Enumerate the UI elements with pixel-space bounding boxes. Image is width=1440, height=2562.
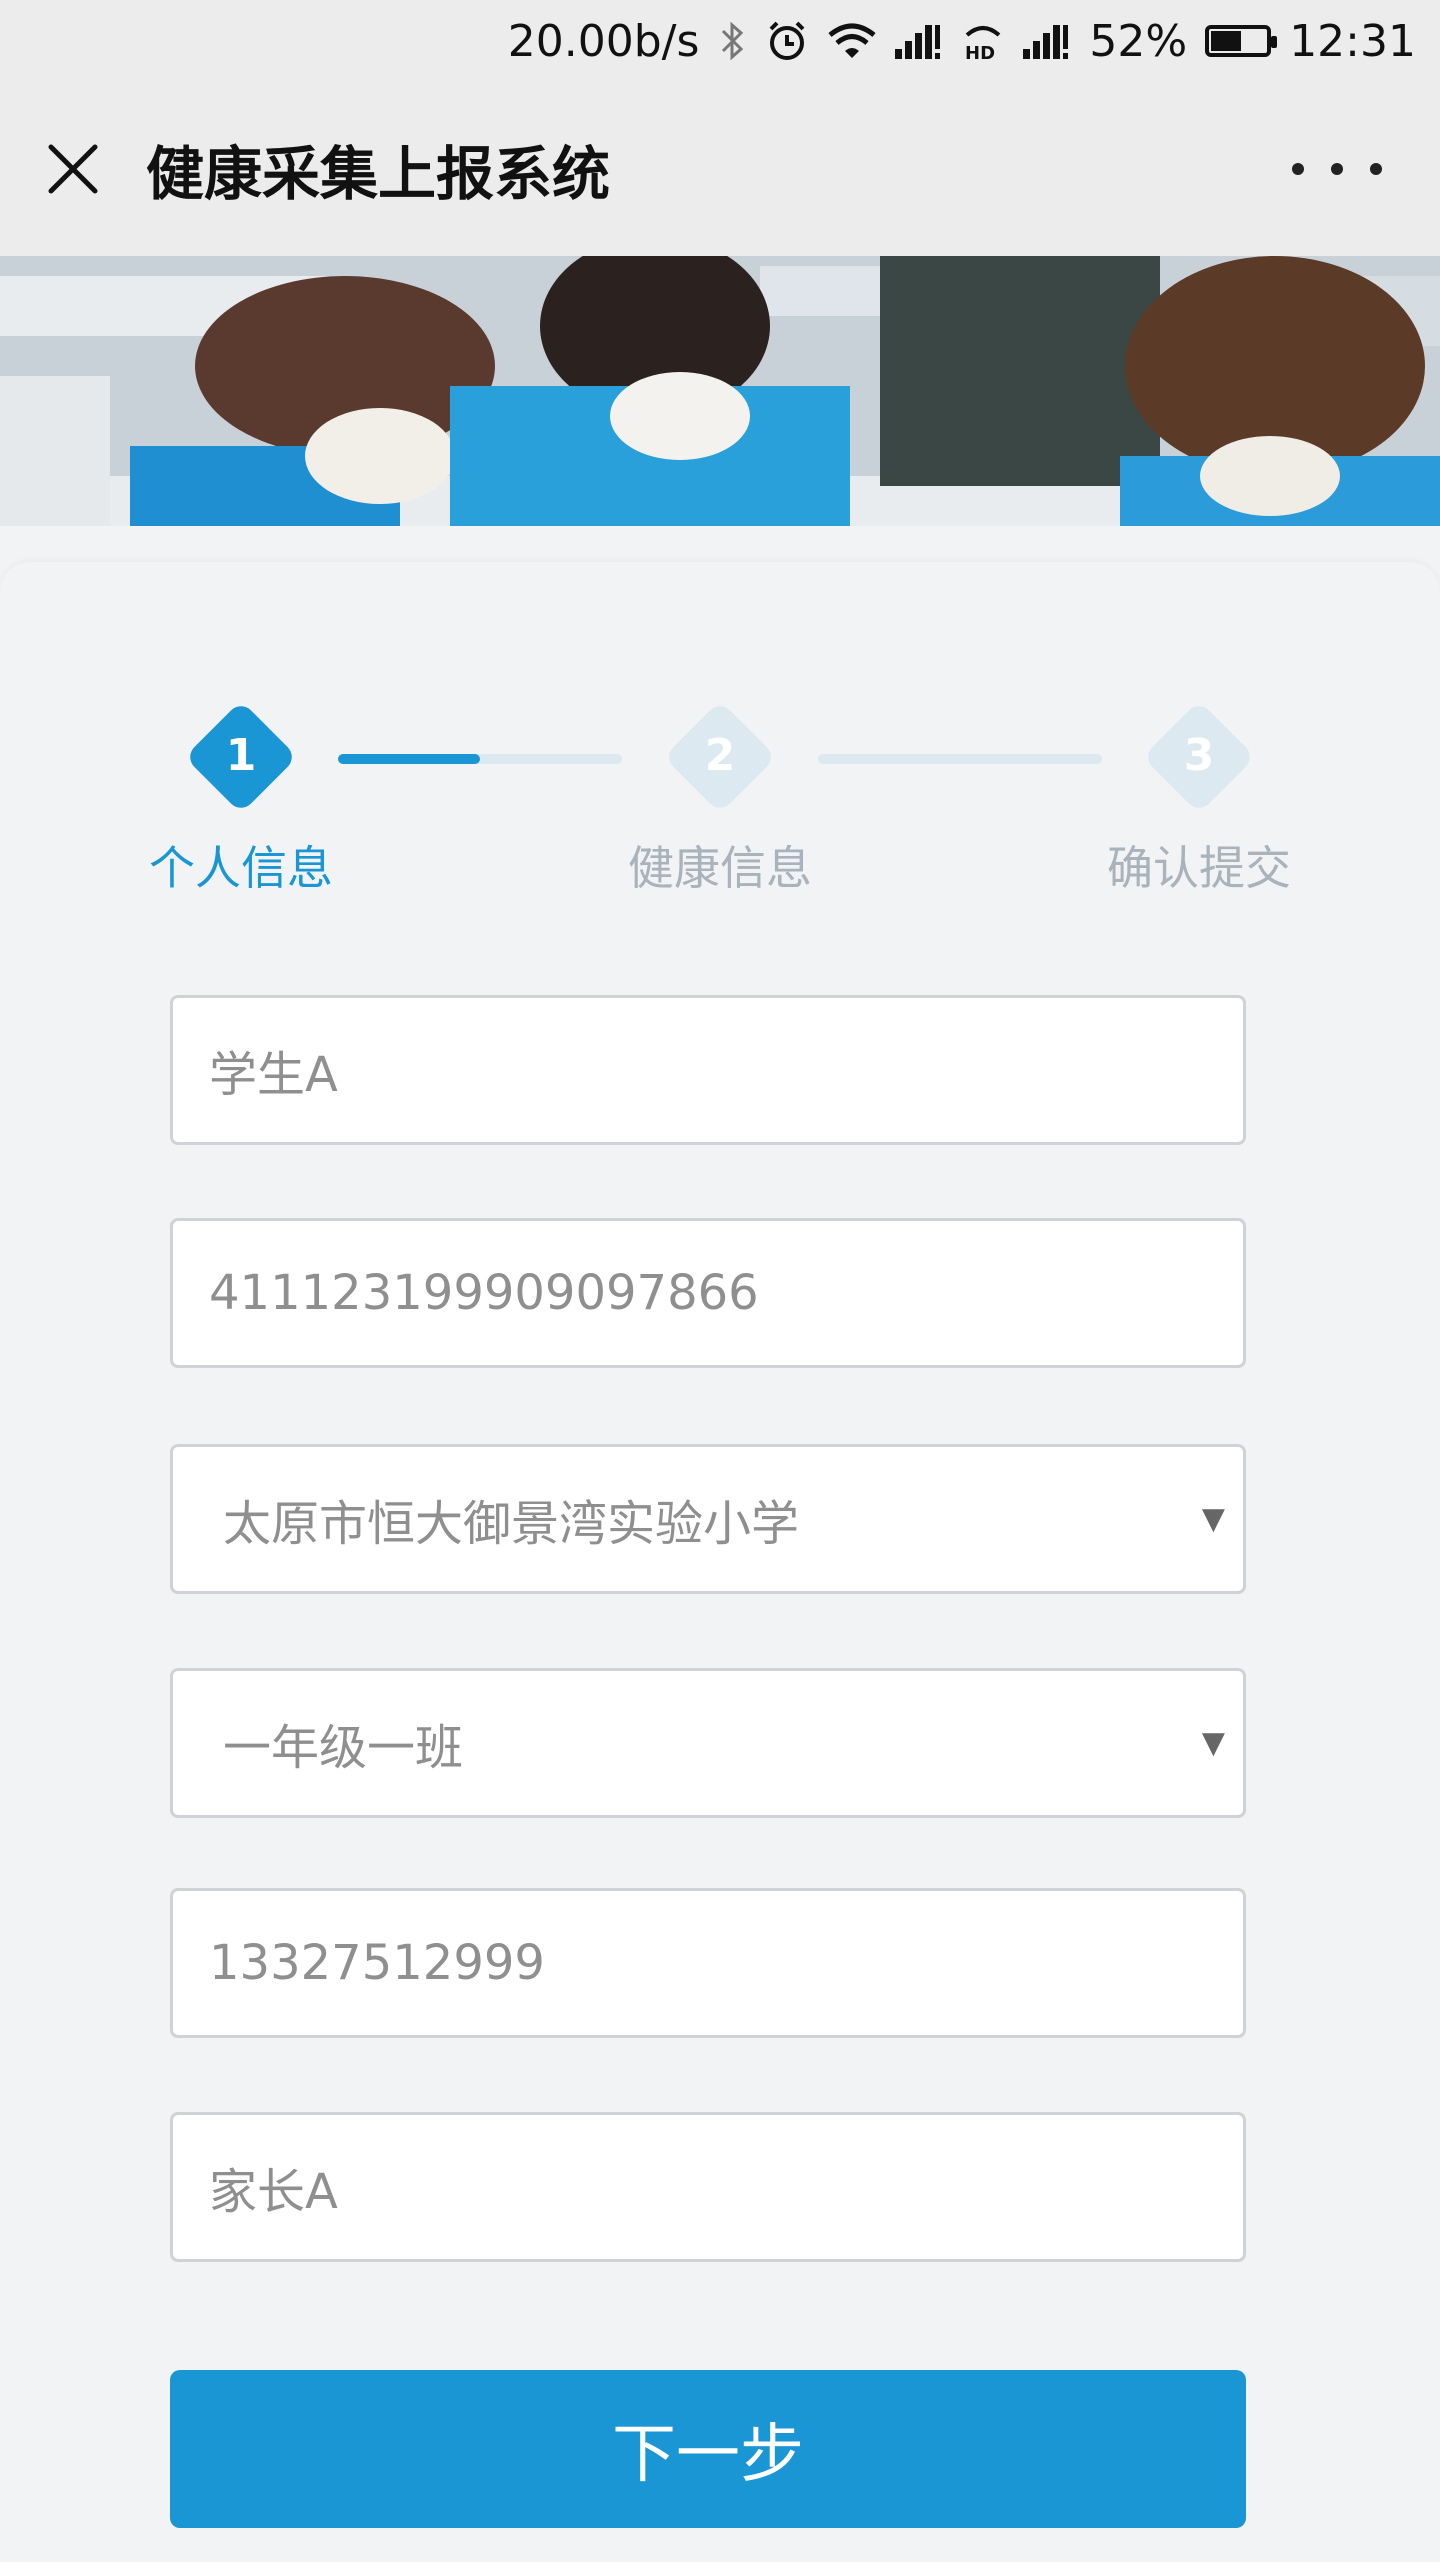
network-speed: 20.00b/s	[507, 15, 700, 67]
step-3-number: 3	[1183, 730, 1215, 781]
signal-icon-2	[1023, 21, 1071, 61]
next-step-button[interactable]: 下一步	[170, 2370, 1246, 2528]
close-icon	[48, 144, 98, 194]
battery-icon	[1205, 25, 1278, 57]
step-1-number: 1	[225, 730, 257, 781]
step-connector-1-progress	[338, 754, 480, 764]
dropdown-arrow-icon: ▼	[1201, 1501, 1225, 1537]
svg-text:HD: HD	[965, 43, 995, 63]
bluetooth-icon	[717, 19, 747, 63]
student-name-value: 学生A	[209, 1047, 338, 1103]
school-value: 太原市恒大御景湾实验小学	[223, 1496, 800, 1552]
step-2-label: 健康信息	[628, 841, 812, 895]
step-1-label: 个人信息	[149, 841, 333, 895]
step-3-label: 确认提交	[1107, 841, 1291, 895]
battery-percent: 52%	[1089, 15, 1188, 67]
step-connector-2	[818, 754, 1102, 764]
status-bar: 20.00b/s HD 52% 12:31	[0, 0, 1440, 82]
more-icon	[1292, 163, 1304, 175]
clock: 12:31	[1289, 15, 1416, 67]
id-number-value: 411123199909097866	[209, 1265, 759, 1321]
student-name-input[interactable]: 学生A	[170, 995, 1246, 1145]
signal-icon	[895, 21, 943, 61]
close-button[interactable]	[38, 134, 108, 204]
parent-name-value: 家长A	[209, 2164, 338, 2220]
step-2-number: 2	[704, 730, 736, 781]
step-connector-1	[338, 754, 622, 764]
phone-value: 13327512999	[209, 1935, 545, 1991]
wifi-icon	[827, 21, 877, 61]
school-select[interactable]: 太原市恒大御景湾实验小学 ▼	[170, 1444, 1246, 1594]
id-number-input[interactable]: 411123199909097866	[170, 1218, 1246, 1368]
parent-name-input[interactable]: 家长A	[170, 2112, 1246, 2262]
class-value: 一年级一班	[223, 1720, 464, 1776]
alarm-icon	[765, 19, 809, 63]
title-bar: 健康采集上报系统	[0, 82, 1440, 256]
dropdown-arrow-icon: ▼	[1201, 1725, 1225, 1761]
page-title: 健康采集上报系统	[146, 140, 611, 208]
phone-input[interactable]: 13327512999	[170, 1888, 1246, 2038]
class-select[interactable]: 一年级一班 ▼	[170, 1668, 1246, 1818]
more-options-button[interactable]	[1292, 144, 1382, 194]
banner-image	[0, 256, 1440, 526]
hd-icon: HD	[961, 19, 1005, 63]
